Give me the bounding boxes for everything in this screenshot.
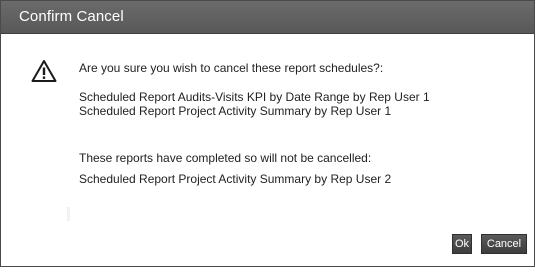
- ok-button[interactable]: Ok: [452, 234, 472, 254]
- confirm-question: Are you sure you wish to cancel these re…: [79, 61, 384, 75]
- scheduled-report-item: Scheduled Report Audits-Visits KPI by Da…: [79, 90, 430, 104]
- text-cursor-mark: [67, 207, 70, 221]
- confirm-cancel-dialog: Confirm Cancel Are you sure you wish to …: [0, 0, 535, 267]
- scheduled-report-item: Scheduled Report Project Activity Summar…: [79, 104, 392, 118]
- dialog-title: Confirm Cancel: [19, 8, 124, 25]
- warning-icon: [31, 60, 57, 82]
- dialog-titlebar[interactable]: Confirm Cancel: [1, 1, 534, 34]
- completed-report-item: Scheduled Report Project Activity Summar…: [79, 172, 392, 186]
- cancel-button[interactable]: Cancel: [481, 234, 527, 254]
- completed-reports-header: These reports have completed so will not…: [79, 151, 372, 165]
